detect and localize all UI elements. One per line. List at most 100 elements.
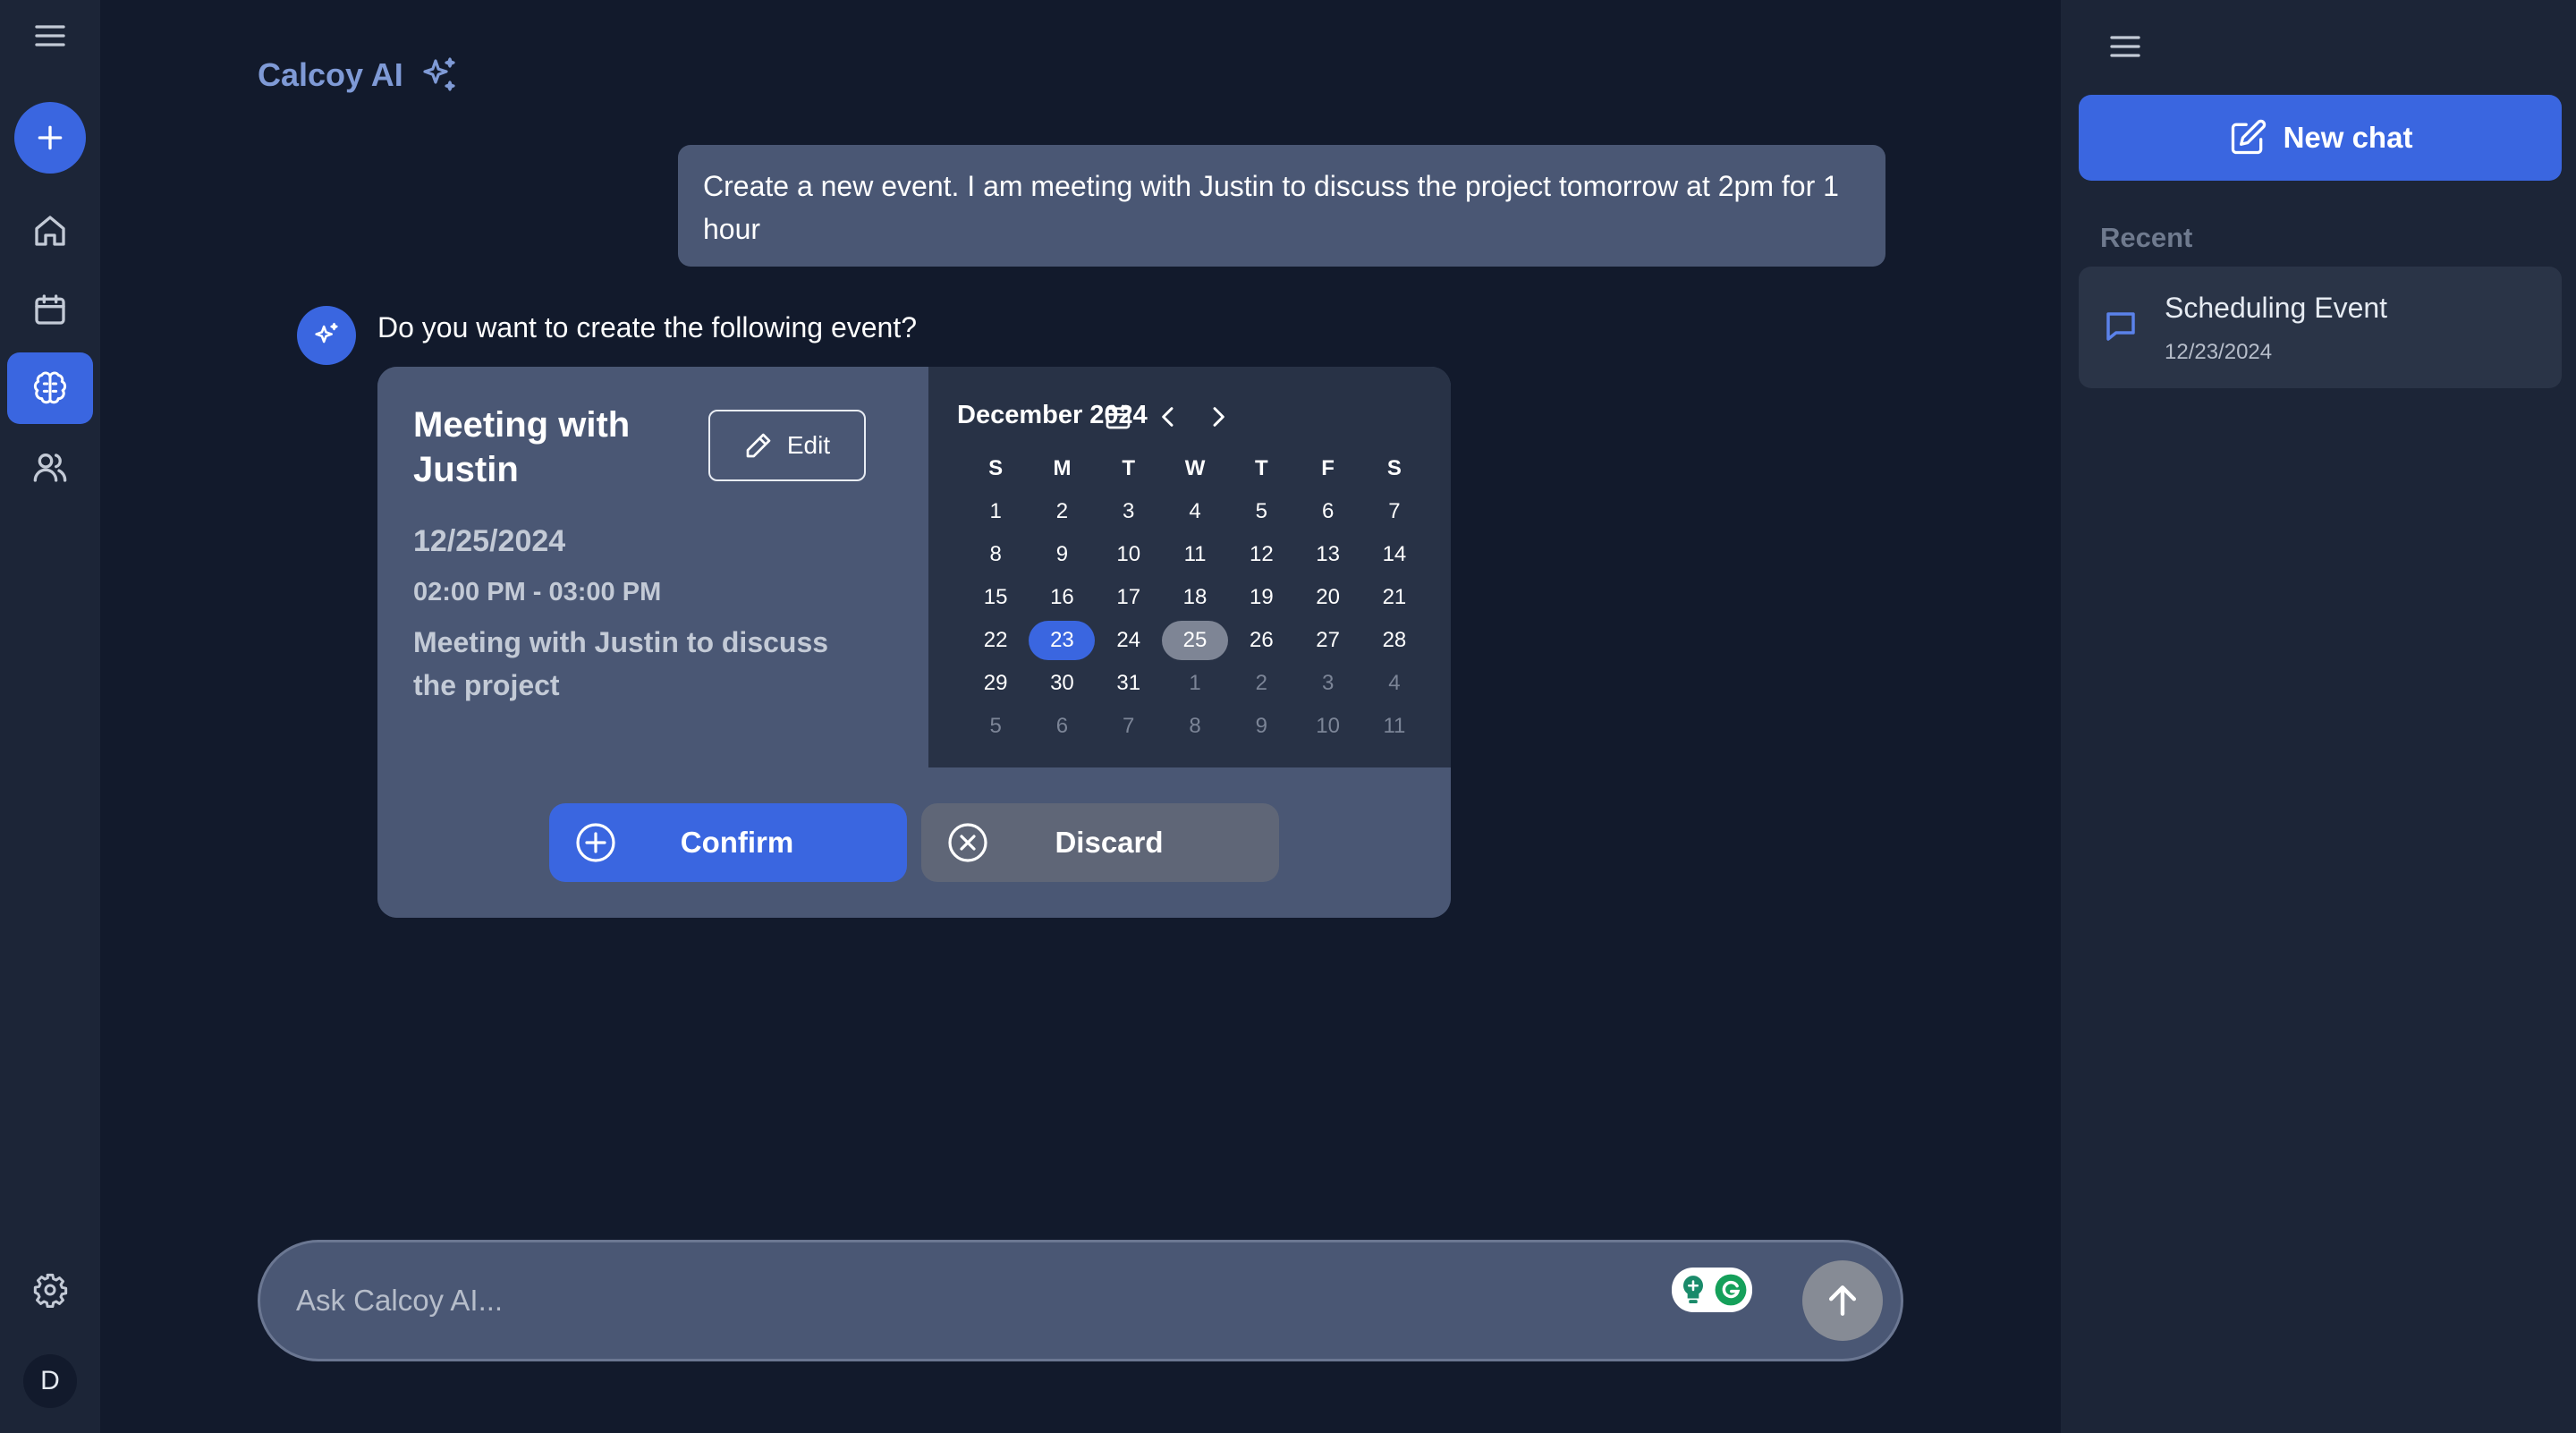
event-time: 02:00 PM - 03:00 PM — [413, 578, 662, 606]
pencil-icon — [746, 433, 771, 458]
calendar-day[interactable]: 10 — [1096, 533, 1162, 576]
calendar-day-number: 1 — [1189, 671, 1201, 695]
calendar-day[interactable]: 7 — [1361, 490, 1428, 533]
calendar-day[interactable]: 9 — [1029, 533, 1095, 576]
calendar-day-number: 6 — [1321, 499, 1335, 523]
gear-icon — [33, 1273, 68, 1308]
ai-message: Do you want to create the following even… — [377, 311, 918, 343]
left-rail: D — [0, 0, 100, 1433]
calendar-day[interactable]: 16 — [1029, 576, 1095, 619]
weekday-header: W — [1184, 456, 1206, 480]
discard-button[interactable]: Discard — [921, 803, 1279, 882]
calendar-day[interactable]: 13 — [1294, 533, 1360, 576]
new-chat-button[interactable]: New chat — [2079, 95, 2562, 181]
calendar-day[interactable]: 8 — [962, 533, 1029, 576]
calendar-day-number: 30 — [1050, 671, 1074, 695]
calendar-day[interactable]: 5 — [1228, 490, 1294, 533]
calendar-day[interactable]: 17 — [1096, 576, 1162, 619]
weekday-header: T — [1122, 456, 1136, 480]
event-details: Meeting with Justin Edit 12/25/2024 02:0… — [377, 367, 928, 767]
calendar-day-number: 21 — [1382, 585, 1407, 609]
calendar-day[interactable]: 28 — [1361, 619, 1428, 662]
calendar-day[interactable]: 2 — [1029, 490, 1095, 533]
calendar-day[interactable]: 21 — [1361, 576, 1428, 619]
calendar-day[interactable]: 1 — [962, 490, 1029, 533]
calendar-day-number: 31 — [1116, 671, 1141, 695]
ask-input[interactable] — [296, 1268, 1548, 1334]
calendar-day-number: 16 — [1050, 585, 1074, 609]
calendar-day[interactable]: 7 — [1096, 705, 1162, 748]
event-description: Meeting with Justin to discuss the proje… — [413, 626, 829, 701]
calendar-day[interactable]: 27 — [1294, 619, 1360, 662]
calendar-day[interactable]: 18 — [1162, 576, 1228, 619]
calendar-day-number: 3 — [1123, 499, 1135, 523]
calendar-day[interactable]: 3 — [1294, 662, 1360, 705]
event-date: 12/25/2024 — [413, 524, 566, 558]
calendar-day[interactable]: 12 — [1228, 533, 1294, 576]
calendar-day[interactable]: 2 — [1228, 662, 1294, 705]
calendar-day-number: 5 — [989, 714, 1002, 738]
calendar-day-number: 14 — [1382, 542, 1407, 566]
brain-icon — [33, 371, 67, 404]
new-item-button[interactable] — [14, 102, 86, 174]
edit-event-button[interactable]: Edit — [708, 410, 866, 481]
next-month-button[interactable] — [1199, 397, 1238, 437]
sidebar-menu-button[interactable] — [2097, 18, 2154, 75]
calendar-day-number: 20 — [1316, 585, 1340, 609]
home-button[interactable] — [0, 195, 100, 267]
sparkles-icon — [315, 322, 338, 343]
composer-extensions[interactable] — [1672, 1268, 1752, 1312]
calendar-day[interactable]: 19 — [1228, 576, 1294, 619]
calendar-day[interactable]: 30 — [1029, 662, 1095, 705]
weekday-header: S — [1386, 456, 1402, 480]
calendar-day[interactable]: 6 — [1294, 490, 1360, 533]
calendar-day[interactable]: 29 — [962, 662, 1029, 705]
calendar-day[interactable]: 6 — [1029, 705, 1095, 748]
menu-button[interactable] — [0, 0, 100, 72]
calendar-day[interactable]: 20 — [1294, 576, 1360, 619]
calendar-day[interactable]: 3 — [1096, 490, 1162, 533]
settings-button[interactable] — [0, 1254, 100, 1326]
calendar-day[interactable]: 4 — [1162, 490, 1228, 533]
send-button[interactable] — [1802, 1260, 1883, 1341]
calendar-day[interactable]: 11 — [1361, 705, 1428, 748]
calendar-day-number: 26 — [1249, 628, 1274, 652]
confirm-button[interactable]: Confirm — [549, 803, 907, 882]
event-preview-card: Meeting with Justin Edit 12/25/2024 02:0… — [377, 367, 1451, 918]
mini-calendar: December 2024 S M T W T F S 1 2 3 4 5 6 7 8 9 10 11 12 13 14… — [928, 367, 1451, 767]
weekday-header: M — [1053, 456, 1072, 480]
contacts-button[interactable] — [0, 431, 100, 503]
calendar-day-number: 13 — [1316, 542, 1340, 566]
calendar-day-number: 9 — [1055, 542, 1069, 566]
calendar-day[interactable]: 9 — [1228, 705, 1294, 748]
calendar-day[interactable]: 4 — [1361, 662, 1428, 705]
edit-square-icon — [2231, 119, 2266, 155]
calendar-button[interactable] — [0, 274, 100, 345]
calendar-day[interactable]: 8 — [1162, 705, 1228, 748]
ai-assistant-button[interactable] — [7, 352, 93, 424]
brand-name: Calcoy AI — [258, 56, 403, 93]
users-icon — [33, 454, 67, 482]
calendar-day-number: 7 — [1388, 499, 1401, 523]
recent-heading: Recent — [2100, 222, 2193, 253]
calendar-day[interactable]: 1 — [1162, 662, 1228, 705]
calendar-picker-button[interactable] — [1098, 397, 1138, 437]
calendar-day-selected[interactable]: 25 — [1162, 619, 1229, 662]
recent-chat-item[interactable]: Scheduling Event 12/23/2024 — [2079, 267, 2562, 388]
calendar-day[interactable]: 11 — [1162, 533, 1228, 576]
calendar-day[interactable]: 15 — [962, 576, 1029, 619]
calendar-day[interactable]: 26 — [1228, 619, 1294, 662]
calendar-day-today[interactable]: 23 — [1029, 619, 1096, 662]
calendar-day-number: 4 — [1189, 499, 1201, 523]
user-avatar[interactable]: D — [23, 1354, 77, 1408]
calendar-day[interactable]: 10 — [1294, 705, 1360, 748]
weekday-header: F — [1321, 456, 1335, 480]
previous-month-button[interactable] — [1148, 397, 1188, 437]
close-circle-icon — [948, 823, 987, 862]
calendar-day[interactable]: 14 — [1361, 533, 1428, 576]
calendar-day[interactable]: 22 — [962, 619, 1029, 662]
calendar-day[interactable]: 24 — [1096, 619, 1162, 662]
calendar-day[interactable]: 5 — [962, 705, 1029, 748]
calendar-day-number: 5 — [1255, 499, 1267, 523]
calendar-day[interactable]: 31 — [1096, 662, 1162, 705]
